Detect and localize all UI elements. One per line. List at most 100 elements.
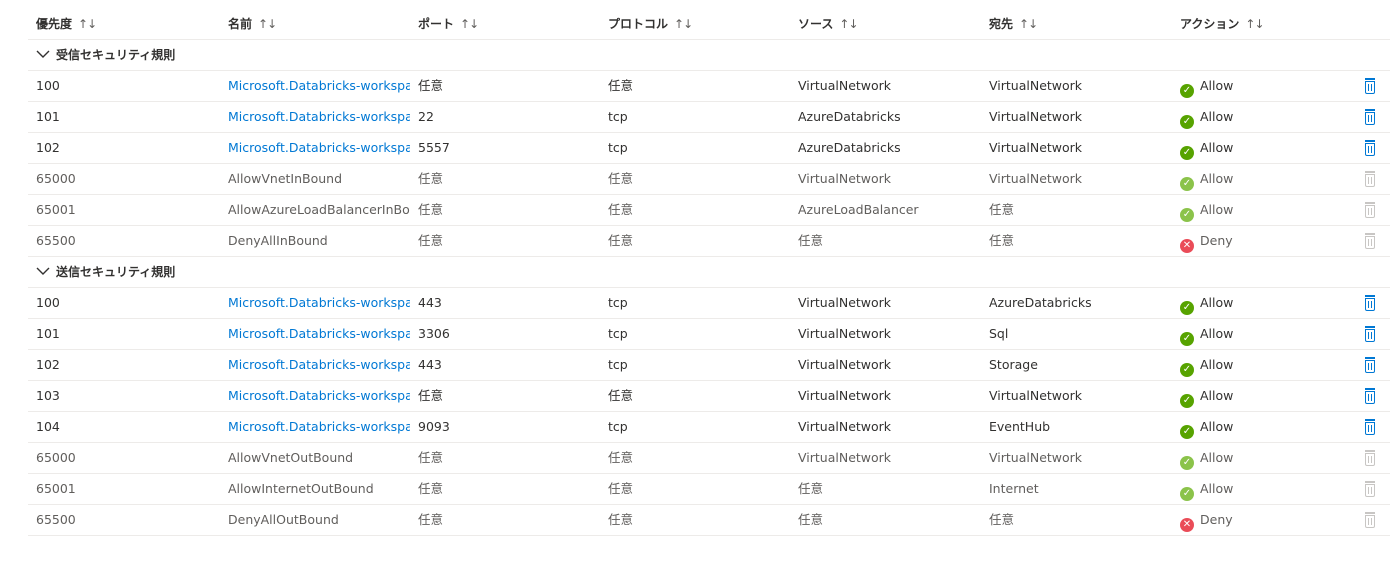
column-header-name[interactable]: 名前 ↑↓	[228, 9, 410, 39]
trash-icon[interactable]	[1364, 78, 1376, 94]
rule-source: VirtualNetwork	[798, 295, 892, 310]
rule-destination: Storage	[989, 357, 1038, 372]
check-circle-icon: ✓	[1180, 487, 1194, 501]
sort-icon[interactable]: ↑↓	[78, 17, 97, 31]
rule-protocol: tcp	[608, 326, 628, 341]
trash-icon[interactable]	[1364, 419, 1376, 435]
rule-destination: EventHub	[989, 419, 1051, 434]
trash-icon[interactable]	[1364, 140, 1376, 156]
rule-name[interactable]: Microsoft.Databricks-workspa…	[228, 412, 410, 442]
rule-action-label: Allow	[1200, 78, 1234, 93]
rule-port: 任意	[418, 388, 444, 403]
rule-protocol: 任意	[608, 171, 634, 186]
rule-action: ✓ Allow	[1180, 319, 1360, 349]
column-header-source[interactable]: ソース ↑↓	[798, 9, 978, 39]
trash-icon	[1364, 481, 1376, 497]
sort-icon[interactable]: ↑↓	[460, 17, 479, 31]
rule-priority: 100	[36, 295, 60, 310]
rule-name[interactable]: Microsoft.Databricks-workspa…	[228, 288, 410, 318]
table-row[interactable]: 65001 AllowAzureLoadBalancerInBou… 任意 任意 Azu…	[28, 195, 1390, 226]
column-header-priority[interactable]: 優先度 ↑↓	[36, 9, 216, 39]
rule-port: 任意	[418, 481, 444, 496]
table-row[interactable]: 102 Microsoft.Databricks-workspa… 5557 tcp A…	[28, 133, 1390, 164]
chevron-down-icon[interactable]	[36, 40, 50, 70]
rule-name: DenyAllInBound	[228, 233, 328, 248]
table-row[interactable]: 65000 AllowVnetOutBound 任意 任意 VirtualNetwork…	[28, 443, 1390, 474]
sort-icon[interactable]: ↑↓	[839, 17, 858, 31]
rule-name: AllowVnetInBound	[228, 171, 343, 186]
sort-icon[interactable]: ↑↓	[674, 17, 693, 31]
rule-protocol: 任意	[608, 233, 634, 248]
trash-icon[interactable]	[1364, 357, 1376, 373]
rule-action: ✓ Allow	[1180, 164, 1360, 194]
table-row[interactable]: 100 Microsoft.Databricks-workspa… 任意 任意 Virt…	[28, 71, 1390, 102]
column-header-destination[interactable]: 宛先 ↑↓	[989, 9, 1169, 39]
column-header-port[interactable]: ポート ↑↓	[418, 9, 598, 39]
rule-protocol: tcp	[608, 357, 628, 372]
table-row[interactable]: 101 Microsoft.Databricks-workspa… 3306 tcp V…	[28, 319, 1390, 350]
rule-group-label: 送信セキュリティ規則	[36, 257, 175, 287]
column-header-protocol[interactable]: プロトコル ↑↓	[608, 9, 788, 39]
table-row[interactable]: 101 Microsoft.Databricks-workspa… 22 tcp Azu…	[28, 102, 1390, 133]
rule-protocol: tcp	[608, 109, 628, 124]
trash-icon[interactable]	[1364, 295, 1376, 311]
rule-name[interactable]: Microsoft.Databricks-workspa…	[228, 350, 410, 380]
column-header-action[interactable]: アクション ↑↓	[1180, 9, 1360, 39]
column-header-label: 宛先	[989, 17, 1014, 31]
rule-priority: 102	[36, 140, 60, 155]
rule-action-label: Allow	[1200, 140, 1234, 155]
trash-icon[interactable]	[1364, 388, 1376, 404]
rule-port: 任意	[418, 512, 444, 527]
trash-icon[interactable]	[1364, 326, 1376, 342]
trash-icon[interactable]	[1364, 109, 1376, 125]
rule-source: AzureDatabricks	[798, 109, 901, 124]
table-row[interactable]: 65500 DenyAllInBound 任意 任意 任意 任意 ✕ Deny	[28, 226, 1390, 257]
rule-source: 任意	[798, 481, 824, 496]
table-row[interactable]: 65000 AllowVnetInBound 任意 任意 VirtualNetwork V…	[28, 164, 1390, 195]
check-circle-icon: ✓	[1180, 425, 1194, 439]
rule-action-label: Allow	[1200, 295, 1234, 310]
chevron-down-icon[interactable]	[36, 257, 50, 287]
table-row[interactable]: 102 Microsoft.Databricks-workspa… 443 tcp Vi…	[28, 350, 1390, 381]
rule-port: 22	[418, 109, 434, 124]
check-circle-icon: ✓	[1180, 84, 1194, 98]
rule-port: 443	[418, 357, 442, 372]
table-row[interactable]: 100 Microsoft.Databricks-workspa… 443 tcp Vi…	[28, 288, 1390, 319]
rule-destination: Internet	[989, 481, 1039, 496]
rule-source: VirtualNetwork	[798, 78, 892, 93]
column-header-label: 名前	[228, 17, 253, 31]
rule-group-title: 受信セキュリティ規則	[56, 48, 176, 62]
rule-name[interactable]: Microsoft.Databricks-workspa…	[228, 71, 410, 101]
rule-source: 任意	[798, 512, 824, 527]
rule-group-header[interactable]: 受信セキュリティ規則	[28, 40, 1390, 71]
rule-protocol: 任意	[608, 512, 634, 527]
table-row[interactable]: 104 Microsoft.Databricks-workspa… 9093 tcp V…	[28, 412, 1390, 443]
rule-priority: 104	[36, 419, 60, 434]
rule-action-label: Allow	[1200, 388, 1234, 403]
table-row[interactable]: 65500 DenyAllOutBound 任意 任意 任意 任意 ✕ Deny	[28, 505, 1390, 536]
sort-icon[interactable]: ↑↓	[258, 17, 277, 31]
trash-icon	[1364, 512, 1376, 528]
rule-destination: VirtualNetwork	[989, 78, 1083, 93]
check-circle-icon: ✓	[1180, 394, 1194, 408]
rule-source: VirtualNetwork	[798, 357, 892, 372]
rule-name[interactable]: Microsoft.Databricks-workspa…	[228, 381, 410, 411]
table-row[interactable]: 65001 AllowInternetOutBound 任意 任意 任意 Internet…	[28, 474, 1390, 505]
rule-priority: 101	[36, 109, 60, 124]
rule-name[interactable]: Microsoft.Databricks-workspa…	[228, 102, 410, 132]
rule-name[interactable]: Microsoft.Databricks-workspa…	[228, 133, 410, 163]
rule-group-header[interactable]: 送信セキュリティ規則	[28, 257, 1390, 288]
check-circle-icon: ✓	[1180, 208, 1194, 222]
rule-destination: VirtualNetwork	[989, 450, 1083, 465]
rule-port: 任意	[418, 202, 444, 217]
column-header-label: ソース	[798, 17, 834, 31]
table-row[interactable]: 103 Microsoft.Databricks-workspa… 任意 任意 Virt…	[28, 381, 1390, 412]
rule-protocol: 任意	[608, 388, 634, 403]
rule-port: 任意	[418, 171, 444, 186]
sort-icon[interactable]: ↑↓	[1019, 17, 1038, 31]
rule-source: VirtualNetwork	[798, 171, 892, 186]
rule-priority: 65000	[36, 171, 76, 186]
rule-action: ✓ Allow	[1180, 381, 1360, 411]
rule-name[interactable]: Microsoft.Databricks-workspa…	[228, 319, 410, 349]
sort-icon[interactable]: ↑↓	[1245, 17, 1264, 31]
